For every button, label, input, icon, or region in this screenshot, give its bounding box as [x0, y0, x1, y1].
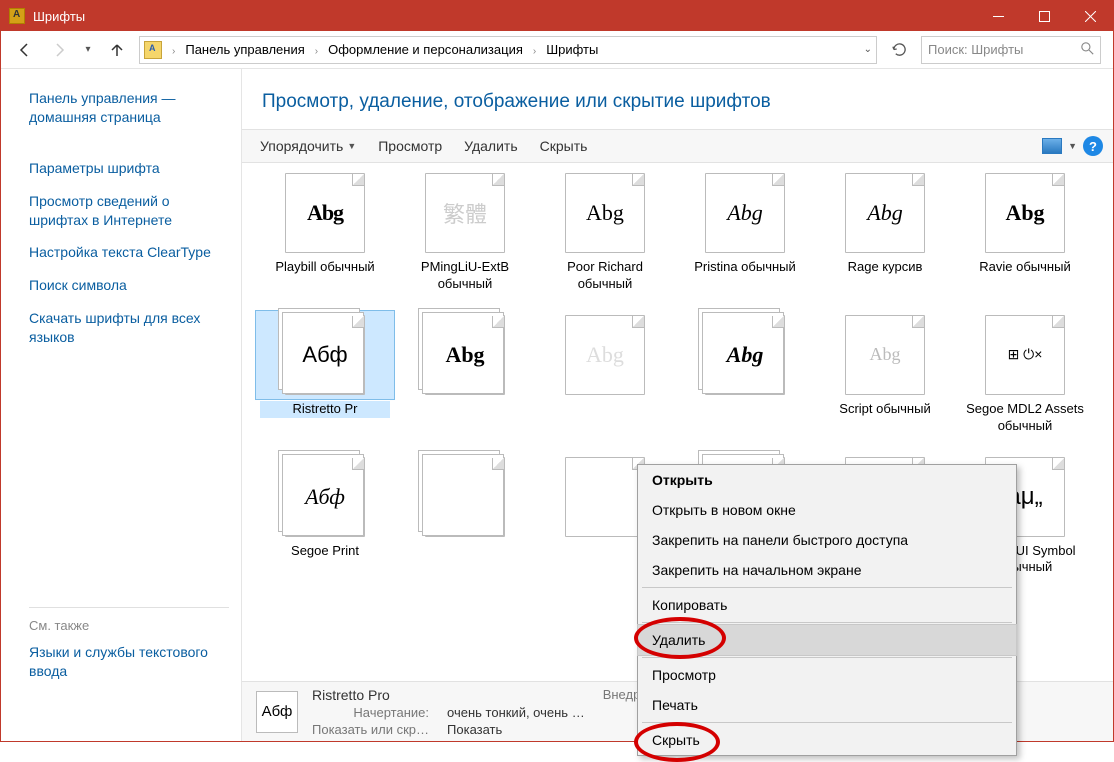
up-button[interactable] [105, 38, 129, 62]
cm-print[interactable]: Печать [638, 690, 1016, 720]
search-input[interactable]: Поиск: Шрифты [921, 36, 1101, 64]
cm-hide[interactable]: Скрыть [638, 725, 1016, 755]
font-item[interactable] [400, 457, 530, 577]
font-label: Ristretto Pr [260, 401, 390, 418]
status-style-value: очень тонкий, очень … [447, 705, 585, 720]
font-item[interactable]: Abg Ravie обычный [960, 173, 1090, 293]
status-show-key: Показать или скр… [312, 722, 429, 737]
navbar: ▾ › Панель управления › Оформление и пер… [1, 31, 1113, 69]
cm-delete[interactable]: Удалить [637, 624, 1017, 656]
font-item[interactable]: Abg [540, 315, 670, 435]
breadcrumb-item[interactable]: Панель управления [185, 42, 304, 57]
breadcrumb-chevron[interactable]: › [168, 42, 179, 57]
forward-button[interactable] [47, 38, 71, 62]
search-icon [1081, 42, 1094, 58]
font-item[interactable]: Abg Playbill обычный [260, 173, 390, 293]
breadcrumb-item[interactable]: Оформление и персонализация [328, 42, 523, 57]
font-thumbnail: Abg [845, 315, 925, 395]
font-label: Segoe MDL2 Assets обычный [960, 401, 1090, 435]
address-dropdown[interactable]: ⌄ [864, 44, 872, 55]
font-item[interactable]: Abg Rage курсив [820, 173, 950, 293]
view-dropdown[interactable]: ▼ [1068, 141, 1077, 151]
font-item[interactable]: Abg [680, 315, 810, 435]
breadcrumb-item[interactable]: Шрифты [546, 42, 598, 57]
back-button[interactable] [13, 38, 37, 62]
organize-button[interactable]: Упорядочить▼ [252, 135, 364, 157]
folder-icon [144, 41, 162, 59]
content-pane: Просмотр, удаление, отображение или скры… [241, 69, 1113, 741]
font-item[interactable]: Abg Pristina обычный [680, 173, 810, 293]
cm-pin-quick-access[interactable]: Закрепить на панели быстрого доступа [638, 525, 1016, 555]
font-label: Segoe Print [260, 543, 390, 560]
hide-button[interactable]: Скрыть [532, 135, 596, 157]
font-item[interactable]: Abg [400, 315, 530, 435]
font-item[interactable]: 繁體 PMingLiU-ExtB обычный [400, 173, 530, 293]
window-title: Шрифты [33, 9, 85, 24]
font-thumbnail: Abg [285, 173, 365, 253]
font-label: Script обычный [820, 401, 950, 418]
close-button[interactable] [1067, 1, 1113, 31]
maximize-button[interactable] [1021, 1, 1067, 31]
sidebar-link[interactable]: Скачать шрифты для всех языков [29, 309, 229, 347]
font-item[interactable]: Aбф Segoe Print [260, 457, 390, 577]
app-icon [9, 8, 25, 24]
address-bar[interactable]: › Панель управления › Оформление и персо… [139, 36, 877, 64]
font-thumbnail: Abg [565, 173, 645, 253]
status-style-key: Начертание: [312, 705, 429, 720]
font-thumbnail: ⊞ ⏻× [985, 315, 1065, 395]
sidebar-link[interactable]: Настройка текста ClearType [29, 243, 229, 262]
sidebar-link[interactable]: Параметры шрифта [29, 159, 229, 178]
delete-button[interactable]: Удалить [456, 135, 525, 157]
view-mode-icon[interactable] [1042, 138, 1062, 154]
breadcrumb-chevron[interactable]: › [311, 42, 322, 57]
page-title: Просмотр, удаление, отображение или скры… [242, 69, 1113, 129]
font-item[interactable]: Абф Ristretto Pr [260, 315, 390, 435]
font-thumbnail: Abg [705, 315, 785, 395]
sidebar-see-also-link[interactable]: Языки и службы текстового ввода [29, 643, 229, 681]
font-label: Playbill обычный [260, 259, 390, 276]
font-thumbnail: Abg [425, 315, 505, 395]
font-item[interactable]: Abg Poor Richard обычный [540, 173, 670, 293]
sidebar-link[interactable]: Поиск символа [29, 276, 229, 295]
font-thumbnail: Абф [285, 315, 365, 395]
window-titlebar: Шрифты [1, 1, 1113, 31]
font-item[interactable]: ⊞ ⏻× Segoe MDL2 Assets обычный [960, 315, 1090, 435]
preview-button[interactable]: Просмотр [370, 135, 450, 157]
font-label: Pristina обычный [680, 259, 810, 276]
font-thumbnail: 繁體 [425, 173, 505, 253]
font-label: Poor Richard обычный [540, 259, 670, 293]
font-label: PMingLiU-ExtB обычный [400, 259, 530, 293]
font-label: Rage курсив [820, 259, 950, 276]
sidebar-home-link[interactable]: Панель управления — домашняя страница [29, 89, 229, 127]
history-dropdown[interactable]: ▾ [81, 44, 95, 55]
font-thumbnail [425, 457, 505, 537]
font-thumbnail: Abg [565, 315, 645, 395]
font-thumbnail: Abg [705, 173, 785, 253]
font-thumbnail: Abg [845, 173, 925, 253]
cm-copy[interactable]: Копировать [638, 590, 1016, 620]
context-menu: Открыть Открыть в новом окне Закрепить н… [637, 464, 1017, 756]
see-also-label: См. также [29, 618, 229, 633]
sidebar: Панель управления — домашняя страница Па… [1, 69, 241, 741]
toolbar: Упорядочить▼ Просмотр Удалить Скрыть ▼ ? [242, 129, 1113, 163]
font-thumbnail: Aбф [285, 457, 365, 537]
font-thumbnail [565, 457, 645, 537]
cm-open[interactable]: Открыть [638, 465, 1016, 495]
breadcrumb-chevron[interactable]: › [529, 42, 540, 57]
status-show-value: Показать [447, 722, 585, 737]
help-icon[interactable]: ? [1083, 136, 1103, 156]
font-thumbnail: Abg [985, 173, 1065, 253]
sidebar-link[interactable]: Просмотр сведений о шрифтах в Интернете [29, 192, 229, 230]
search-placeholder: Поиск: Шрифты [928, 42, 1023, 57]
cm-pin-start[interactable]: Закрепить на начальном экране [638, 555, 1016, 585]
font-item[interactable]: Abg Script обычный [820, 315, 950, 435]
refresh-button[interactable] [887, 42, 911, 57]
minimize-button[interactable] [975, 1, 1021, 31]
font-label: Ravie обычный [960, 259, 1090, 276]
status-font-name: Ristretto Pro [312, 687, 585, 703]
cm-open-new-window[interactable]: Открыть в новом окне [638, 495, 1016, 525]
cm-preview[interactable]: Просмотр [638, 660, 1016, 690]
status-thumbnail: Абф [256, 691, 298, 733]
